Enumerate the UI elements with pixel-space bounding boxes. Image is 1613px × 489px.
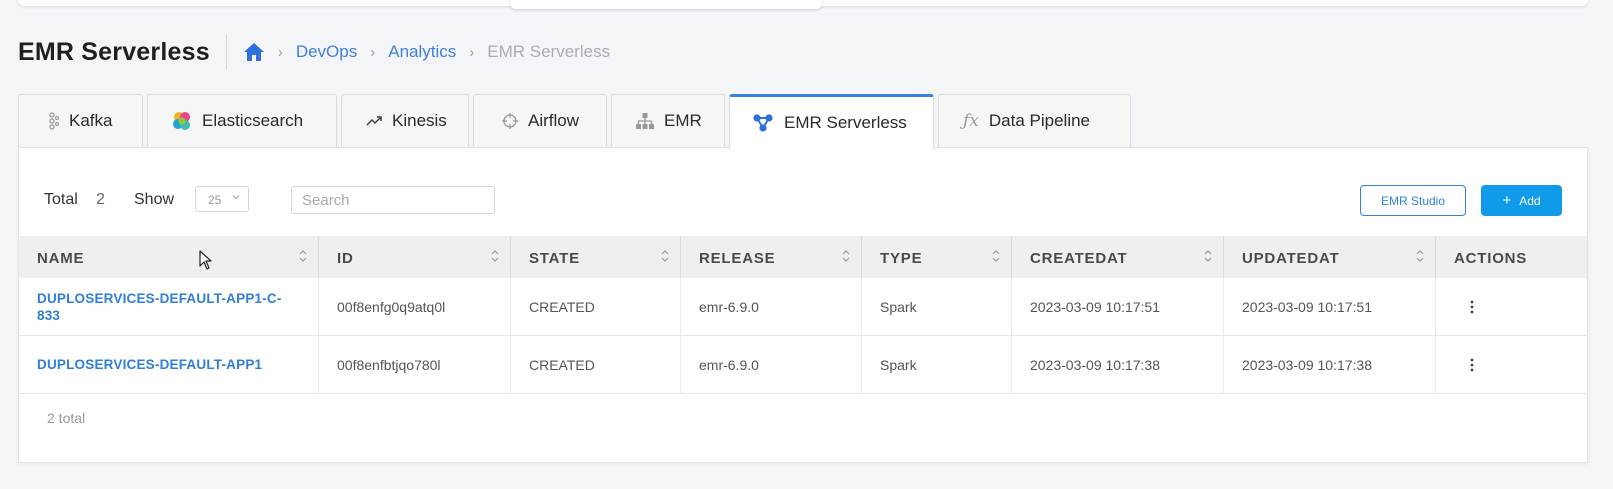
hierarchy-icon xyxy=(636,113,654,129)
column-header-release[interactable]: RELEASE xyxy=(681,236,862,278)
cell-actions xyxy=(1436,336,1587,393)
airflow-icon xyxy=(502,113,518,129)
column-header-type[interactable]: TYPE xyxy=(862,236,1012,278)
page-size-value: 25 xyxy=(208,193,222,207)
mouse-pointer-icon xyxy=(199,250,212,270)
header-divider xyxy=(225,34,227,70)
content-panel: Total 2 Show 25 EMR Studio + Add NAME ID… xyxy=(18,147,1588,463)
sort-icon[interactable] xyxy=(841,247,851,265)
sort-icon[interactable] xyxy=(991,247,1001,265)
cell-updatedat: 2023-03-09 10:17:51 xyxy=(1224,278,1436,335)
breadcrumb-analytics[interactable]: Analytics xyxy=(388,42,456,62)
emr-studio-label: EMR Studio xyxy=(1380,193,1446,208)
page-size-select[interactable]: 25 xyxy=(195,186,249,212)
footer-total: 2 total xyxy=(47,410,86,426)
breadcrumb: › DevOps › Analytics › EMR Serverless xyxy=(243,42,610,62)
breadcrumb-separator: › xyxy=(370,43,376,61)
plus-icon: + xyxy=(1502,192,1512,209)
column-header-state[interactable]: STATE xyxy=(511,236,681,278)
cell-type: Spark xyxy=(862,278,1012,335)
cell-release: emr-6.9.0 xyxy=(681,336,862,393)
tab-airflow[interactable]: Airflow xyxy=(473,94,607,147)
breadcrumb-separator: › xyxy=(469,43,475,61)
sort-icon[interactable] xyxy=(298,247,308,265)
trend-icon xyxy=(366,115,382,127)
tab-elasticsearch[interactable]: Elasticsearch xyxy=(147,94,337,147)
breadcrumb-separator: › xyxy=(277,43,283,61)
cell-type: Spark xyxy=(862,336,1012,393)
app-name-link[interactable]: DUPLOSERVICES-DEFAULT-APP1 xyxy=(19,336,319,393)
function-icon: ƒx xyxy=(963,111,979,131)
tab-bar: Kafka Elasticsearch Kinesis Airflow EMR … xyxy=(18,94,1135,149)
cell-id: 00f8enfg0q9atq0l xyxy=(319,278,511,335)
tab-label: Elasticsearch xyxy=(202,111,304,130)
applications-table: NAME ID STATE RELEASE TYPE CREATEDAT UPD… xyxy=(19,236,1587,394)
tab-label: Kafka xyxy=(69,111,113,130)
tab-data-pipeline[interactable]: ƒx Data Pipeline xyxy=(938,94,1131,147)
table-header: NAME ID STATE RELEASE TYPE CREATEDAT UPD… xyxy=(19,236,1587,278)
page-header: EMR Serverless › DevOps › Analytics › EM… xyxy=(18,32,610,72)
show-label: Show xyxy=(134,191,175,208)
cell-actions xyxy=(1436,278,1587,335)
breadcrumb-devops[interactable]: DevOps xyxy=(296,42,357,62)
cell-id: 00f8enfbtjqo780l xyxy=(319,336,511,393)
add-button[interactable]: + Add xyxy=(1481,185,1562,216)
column-header-name[interactable]: NAME xyxy=(19,236,319,278)
table-toolbar: Total 2 Show 25 EMR Studio + Add xyxy=(19,185,1587,216)
total-label: Total xyxy=(44,191,78,208)
chevron-down-icon xyxy=(232,193,240,204)
breadcrumb-current: EMR Serverless xyxy=(487,42,611,61)
sort-icon[interactable] xyxy=(660,247,670,265)
tab-label: EMR xyxy=(664,111,702,130)
table-row: DUPLOSERVICES-DEFAULT-APP1 00f8enfbtjqo7… xyxy=(19,336,1587,394)
sort-icon[interactable] xyxy=(490,247,500,265)
tab-kafka[interactable]: Kafka xyxy=(18,94,143,147)
kebab-menu-icon[interactable] xyxy=(1470,300,1474,314)
app-name-link[interactable]: DUPLOSERVICES-DEFAULT-APP1-C- 833 xyxy=(19,278,319,335)
tab-label: Airflow xyxy=(528,111,580,130)
tab-label: Data Pipeline xyxy=(988,111,1091,130)
elasticsearch-icon xyxy=(172,111,192,131)
page-title: EMR Serverless xyxy=(18,37,210,66)
cell-createdat: 2023-03-09 10:17:38 xyxy=(1012,336,1224,393)
cell-state: CREATED xyxy=(511,278,681,335)
cell-createdat: 2023-03-09 10:17:51 xyxy=(1012,278,1224,335)
cell-release: emr-6.9.0 xyxy=(681,278,862,335)
kafka-icon xyxy=(47,112,59,130)
cell-updatedat: 2023-03-09 10:17:38 xyxy=(1224,336,1436,393)
cell-state: CREATED xyxy=(511,336,681,393)
tab-emr-serverless[interactable]: EMR Serverless xyxy=(729,94,934,149)
sort-icon[interactable] xyxy=(1203,247,1213,265)
add-label: Add xyxy=(1519,193,1541,208)
tab-label: EMR Serverless xyxy=(784,113,907,132)
tab-label: Kinesis xyxy=(392,111,447,130)
tab-emr[interactable]: EMR xyxy=(611,94,725,147)
total-count: 2 xyxy=(96,191,105,208)
table-row: DUPLOSERVICES-DEFAULT-APP1-C- 833 00f8enf… xyxy=(19,278,1587,336)
emr-serverless-icon xyxy=(752,113,774,133)
column-header-id[interactable]: ID xyxy=(319,236,511,278)
home-icon[interactable] xyxy=(243,42,265,62)
column-header-createdat[interactable]: CREATEDAT xyxy=(1012,236,1224,278)
column-header-actions: ACTIONS xyxy=(1454,250,1528,267)
top-bar-center xyxy=(510,0,822,9)
search-input[interactable] xyxy=(291,186,495,214)
tab-kinesis[interactable]: Kinesis xyxy=(341,94,469,147)
column-header-updatedat[interactable]: UPDATEDAT xyxy=(1224,236,1436,278)
kebab-menu-icon[interactable] xyxy=(1470,358,1474,372)
emr-studio-button[interactable]: EMR Studio xyxy=(1360,185,1466,216)
sort-icon[interactable] xyxy=(1415,247,1425,265)
